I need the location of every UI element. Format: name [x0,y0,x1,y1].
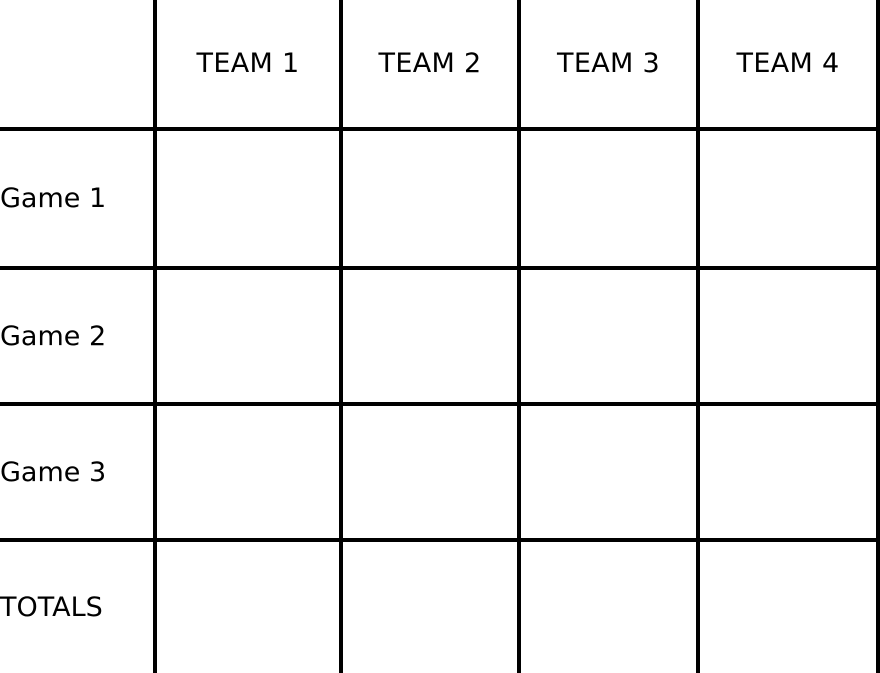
score-cell-game-1-team-1[interactable] [157,131,343,270]
score-cell-game-1-team-3[interactable] [521,131,700,270]
score-cell-totals-team-2[interactable] [343,542,521,673]
row-header-game-2: Game 2 [0,270,157,406]
score-cell-game-2-team-4[interactable] [700,270,880,406]
column-header-team-3: TEAM 3 [521,0,700,131]
column-header-team-1: TEAM 1 [157,0,343,131]
column-header-team-2: TEAM 2 [343,0,521,131]
row-header-game-1: Game 1 [0,131,157,270]
score-cell-totals-team-1[interactable] [157,542,343,673]
score-cell-game-1-team-4[interactable] [700,131,880,270]
score-cell-game-3-team-4[interactable] [700,406,880,542]
row-header-totals: TOTALS [0,542,157,673]
table-corner-cell [0,0,157,131]
score-cell-game-3-team-1[interactable] [157,406,343,542]
row-header-game-3: Game 3 [0,406,157,542]
score-cell-game-1-team-2[interactable] [343,131,521,270]
score-cell-game-2-team-2[interactable] [343,270,521,406]
score-cell-totals-team-3[interactable] [521,542,700,673]
column-header-team-4: TEAM 4 [700,0,880,131]
score-cell-game-3-team-2[interactable] [343,406,521,542]
score-cell-game-2-team-1[interactable] [157,270,343,406]
score-cell-totals-team-4[interactable] [700,542,880,673]
score-cell-game-3-team-3[interactable] [521,406,700,542]
score-cell-game-2-team-3[interactable] [521,270,700,406]
score-grid-table: TEAM 1 TEAM 2 TEAM 3 TEAM 4 Game 1 Game … [0,0,880,673]
